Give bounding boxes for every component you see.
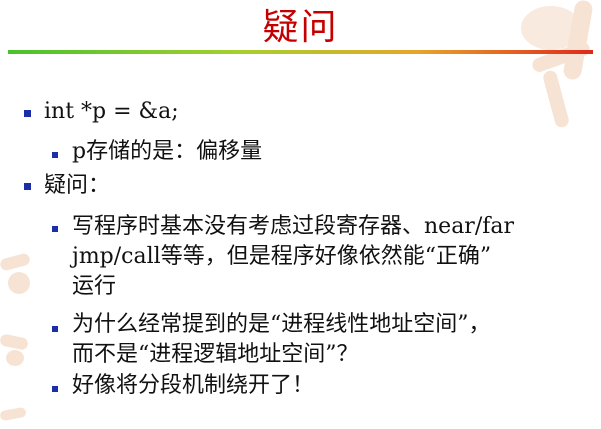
sub-bullet-line: jmp/call等等，但是程序好像依然能“正确” — [72, 244, 492, 269]
bullet-item: 疑问： — [44, 172, 110, 200]
sub-bullet-item: 写程序时基本没有考虑过段寄存器、near/far jmp/call等等，但是程序… — [72, 212, 514, 302]
sub-bullet-square-icon — [52, 152, 58, 158]
sub-bullet-line: 为什么经常提到的是“进程线性地址空间”， — [72, 312, 491, 337]
sub-bullet-text: 好像将分段机制绕开了！ — [72, 373, 315, 398]
title-divider — [8, 50, 593, 54]
calligraphy-watermark-left-3 — [0, 405, 40, 429]
bullet-square-icon — [24, 183, 31, 190]
bullet-item: int *p = &a; — [44, 98, 179, 126]
sub-bullet-item: 为什么经常提到的是“进程线性地址空间”， 而不是“进程逻辑地址空间”？ — [72, 310, 491, 370]
bullet-square-icon — [24, 110, 31, 117]
bullet-text: int *p = &a; — [44, 99, 179, 124]
slide: 疑问 int *p = &a; p存储的是：偏移量 疑问： 写程序时基本没有考虑… — [0, 0, 601, 429]
sub-bullet-square-icon — [52, 226, 58, 232]
bullet-text: 疑问： — [44, 173, 111, 198]
sub-bullet-text: p存储的是：偏移量 — [72, 139, 263, 164]
calligraphy-watermark-left — [0, 250, 40, 300]
sub-bullet-square-icon — [52, 386, 58, 392]
sub-bullet-square-icon — [52, 326, 58, 332]
slide-title: 疑问 — [262, 7, 339, 48]
sub-bullet-line: 运行 — [72, 274, 117, 299]
sub-bullet-line: 而不是“进程逻辑地址空间”？ — [72, 342, 359, 367]
sub-bullet-item: p存储的是：偏移量 — [72, 138, 262, 166]
sub-bullet-line: 写程序时基本没有考虑过段寄存器、near/far — [72, 214, 515, 239]
calligraphy-watermark-left-2 — [0, 330, 40, 370]
sub-bullet-item: 好像将分段机制绕开了！ — [72, 372, 314, 400]
